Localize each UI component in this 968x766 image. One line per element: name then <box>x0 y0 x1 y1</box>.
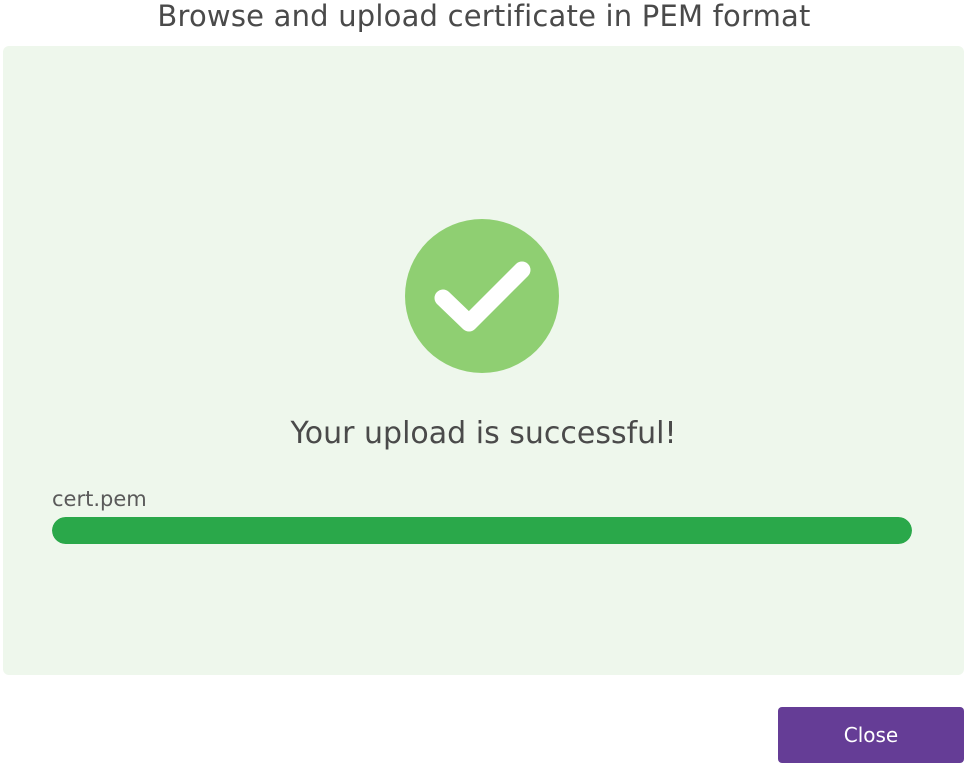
close-button[interactable]: Close <box>778 707 964 763</box>
upload-certificate-dialog: Browse and upload certificate in PEM for… <box>0 0 968 766</box>
upload-progress-bar <box>52 517 912 544</box>
dialog-title: Browse and upload certificate in PEM for… <box>157 0 811 33</box>
uploaded-file-name: cert.pem <box>52 487 147 511</box>
upload-success-message: Your upload is successful! <box>290 416 677 451</box>
upload-progress-fill <box>52 517 912 544</box>
upload-status-panel: Your upload is successful! cert.pem <box>3 46 964 675</box>
check-circle-icon <box>405 219 559 373</box>
